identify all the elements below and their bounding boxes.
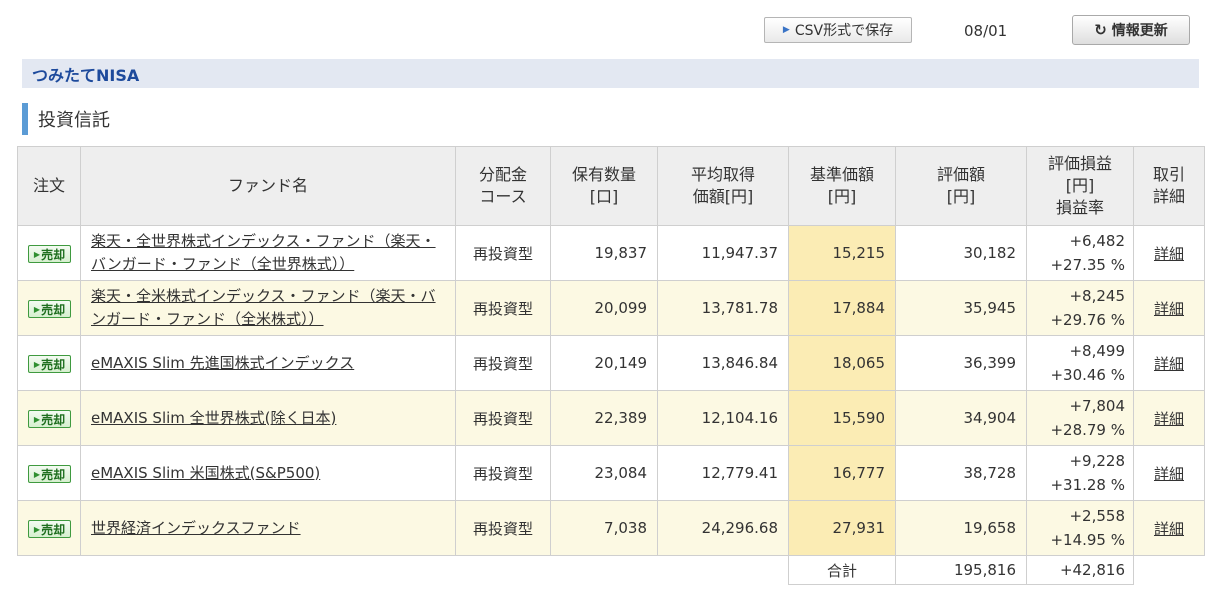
header-nav: 基準価額 [円] bbox=[788, 146, 896, 226]
header-order: 注文 bbox=[17, 146, 81, 226]
total-value: 195,816 bbox=[895, 555, 1027, 585]
table-row: ▶ 売却 eMAXIS Slim 先進国株式インデックス 再投資型 20,149 … bbox=[17, 335, 1205, 391]
table-row: ▶ 売却 eMAXIS Slim 米国株式(S&P500) 再投資型 23,084… bbox=[17, 445, 1205, 501]
quantity-cell: 19,837 bbox=[550, 225, 658, 281]
value-cell: 38,728 bbox=[895, 445, 1027, 501]
avg-price-cell: 13,846.84 bbox=[657, 335, 789, 391]
value-cell: 19,658 bbox=[895, 500, 1027, 556]
course-cell: 再投資型 bbox=[455, 500, 551, 556]
course-cell: 再投資型 bbox=[455, 445, 551, 501]
profit-loss-cell: +2,558 +14.95 % bbox=[1026, 500, 1134, 556]
toolbar: ▶ CSV形式で保存 08/01 ↻ 情報更新 bbox=[0, 15, 1221, 46]
detail-link[interactable]: 詳細 bbox=[1154, 355, 1184, 373]
fund-name-link[interactable]: 世界経済インデックスファンド bbox=[91, 519, 301, 537]
fund-name-link[interactable]: eMAXIS Slim 全世界株式(除く日本) bbox=[91, 409, 336, 427]
table-row: ▶ 売却 楽天・全米株式インデックス・ファンド（楽天・バンガード・ファンド（全米株… bbox=[17, 280, 1205, 336]
fund-name-link[interactable]: 楽天・全世界株式インデックス・ファンド（楽天・バンガード・ファンド（全世界株式）… bbox=[91, 232, 436, 273]
fund-name-link[interactable]: eMAXIS Slim 先進国株式インデックス bbox=[91, 354, 354, 372]
nav-cell: 15,215 bbox=[788, 225, 896, 281]
table-header-row: 注文 ファンド名 分配金 コース 保有数量 [口] 平均取得 価額[円] 基準価額 [円… bbox=[17, 146, 1205, 226]
sell-button[interactable]: ▶ 売却 bbox=[28, 410, 71, 429]
header-avg-price: 平均取得 価額[円] bbox=[657, 146, 789, 226]
profit-loss-cell: +8,245 +29.76 % bbox=[1026, 280, 1134, 336]
quantity-cell: 22,389 bbox=[550, 390, 658, 446]
play-icon: ▶ bbox=[33, 249, 41, 259]
sell-button[interactable]: ▶ 売却 bbox=[28, 245, 71, 264]
csv-export-button[interactable]: ▶ CSV形式で保存 bbox=[764, 17, 912, 43]
section-title: つみたてNISA bbox=[32, 65, 140, 85]
subsection-heading: 投資信託 bbox=[22, 103, 110, 135]
avg-price-cell: 24,296.68 bbox=[657, 500, 789, 556]
fund-name-link[interactable]: eMAXIS Slim 米国株式(S&P500) bbox=[91, 464, 320, 482]
detail-link[interactable]: 詳細 bbox=[1154, 520, 1184, 538]
header-detail: 取引 詳細 bbox=[1133, 146, 1205, 226]
play-icon: ▶ bbox=[33, 524, 41, 534]
nav-cell: 18,065 bbox=[788, 335, 896, 391]
course-cell: 再投資型 bbox=[455, 225, 551, 281]
header-profit-loss: 評価損益 [円] 損益率 bbox=[1026, 146, 1134, 226]
refresh-button[interactable]: ↻ 情報更新 bbox=[1072, 15, 1190, 45]
profit-loss-cell: +8,499 +30.46 % bbox=[1026, 335, 1134, 391]
quantity-cell: 23,084 bbox=[550, 445, 658, 501]
section-header: つみたてNISA bbox=[22, 59, 1199, 88]
date-label: 08/01 bbox=[964, 22, 1008, 40]
detail-link[interactable]: 詳細 bbox=[1154, 245, 1184, 263]
holdings-table: 注文 ファンド名 分配金 コース 保有数量 [口] 平均取得 価額[円] 基準価額 [円… bbox=[17, 146, 1205, 585]
avg-price-cell: 13,781.78 bbox=[657, 280, 789, 336]
refresh-icon: ↻ bbox=[1094, 21, 1107, 39]
total-label: 合計 bbox=[788, 555, 896, 585]
nav-cell: 17,884 bbox=[788, 280, 896, 336]
header-course: 分配金 コース bbox=[455, 146, 551, 226]
table-row: ▶ 売却 eMAXIS Slim 全世界株式(除く日本) 再投資型 22,389 … bbox=[17, 390, 1205, 446]
header-fund-name: ファンド名 bbox=[80, 146, 456, 226]
sell-button[interactable]: ▶ 売却 bbox=[28, 465, 71, 484]
value-cell: 36,399 bbox=[895, 335, 1027, 391]
profit-loss-cell: +9,228 +31.28 % bbox=[1026, 445, 1134, 501]
refresh-label: 情報更新 bbox=[1111, 23, 1168, 39]
profit-loss-cell: +7,804 +28.79 % bbox=[1026, 390, 1134, 446]
play-icon: ▶ bbox=[782, 25, 790, 35]
value-cell: 30,182 bbox=[895, 225, 1027, 281]
value-cell: 34,904 bbox=[895, 390, 1027, 446]
total-row: 合計 195,816 +42,816 bbox=[17, 555, 1205, 585]
table-row: ▶ 売却 世界経済インデックスファンド 再投資型 7,038 24,296.68 … bbox=[17, 500, 1205, 556]
value-cell: 35,945 bbox=[895, 280, 1027, 336]
play-icon: ▶ bbox=[33, 304, 41, 314]
play-icon: ▶ bbox=[33, 359, 41, 369]
fund-name-link[interactable]: 楽天・全米株式インデックス・ファンド（楽天・バンガード・ファンド（全米株式）） bbox=[91, 287, 436, 328]
detail-link[interactable]: 詳細 bbox=[1154, 300, 1184, 318]
csv-export-label: CSV形式で保存 bbox=[794, 23, 894, 39]
table-row: ▶ 売却 楽天・全世界株式インデックス・ファンド（楽天・バンガード・ファンド（全世… bbox=[17, 225, 1205, 281]
course-cell: 再投資型 bbox=[455, 280, 551, 336]
avg-price-cell: 12,104.16 bbox=[657, 390, 789, 446]
sell-button[interactable]: ▶ 売却 bbox=[28, 520, 71, 539]
quantity-cell: 7,038 bbox=[550, 500, 658, 556]
detail-link[interactable]: 詳細 bbox=[1154, 410, 1184, 428]
nav-cell: 15,590 bbox=[788, 390, 896, 446]
sell-button[interactable]: ▶ 売却 bbox=[28, 355, 71, 374]
quantity-cell: 20,099 bbox=[550, 280, 658, 336]
nav-cell: 27,931 bbox=[788, 500, 896, 556]
header-quantity: 保有数量 [口] bbox=[550, 146, 658, 226]
course-cell: 再投資型 bbox=[455, 335, 551, 391]
nav-cell: 16,777 bbox=[788, 445, 896, 501]
detail-link[interactable]: 詳細 bbox=[1154, 465, 1184, 483]
quantity-cell: 20,149 bbox=[550, 335, 658, 391]
avg-price-cell: 11,947.37 bbox=[657, 225, 789, 281]
profit-loss-cell: +6,482 +27.35 % bbox=[1026, 225, 1134, 281]
total-profit-loss: +42,816 bbox=[1026, 555, 1134, 585]
sell-button[interactable]: ▶ 売却 bbox=[28, 300, 71, 319]
subsection-title: 投資信託 bbox=[38, 110, 110, 131]
avg-price-cell: 12,779.41 bbox=[657, 445, 789, 501]
header-value: 評価額 [円] bbox=[895, 146, 1027, 226]
course-cell: 再投資型 bbox=[455, 390, 551, 446]
play-icon: ▶ bbox=[33, 414, 41, 424]
play-icon: ▶ bbox=[33, 469, 41, 479]
